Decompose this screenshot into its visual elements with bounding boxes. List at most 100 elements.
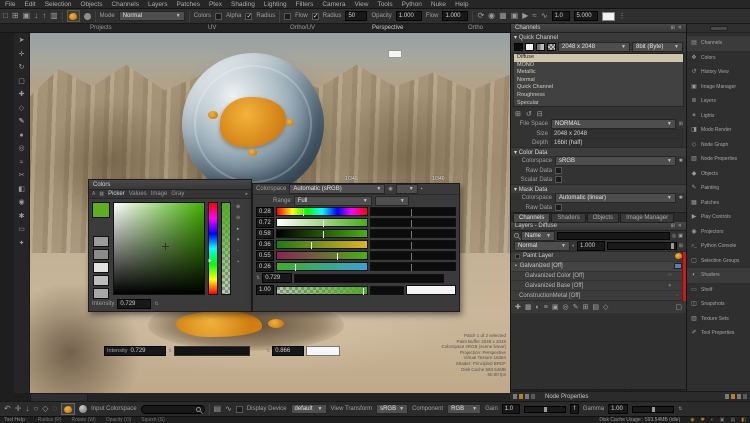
sidebar-item-snapshots[interactable]: ◫ Snapshots [687, 297, 750, 312]
open-project-icon[interactable]: ⊞ [12, 12, 19, 20]
alpha-white-swatch[interactable] [406, 285, 456, 295]
channel-size-dropdown[interactable]: 2048 x 2048▼ [558, 42, 630, 52]
scalar-data-checkbox[interactable] [555, 176, 562, 183]
val-slider[interactable] [276, 229, 368, 238]
range-mini-dropdown[interactable]: ▼ [375, 196, 409, 206]
menu-camera[interactable]: Camera [322, 1, 345, 8]
hue-strip[interactable] [208, 202, 218, 295]
colorspace-dropdown[interactable]: Automatic (sRGB)▼ [289, 184, 385, 194]
colorspace-gear-icon[interactable]: ✱ [679, 158, 683, 164]
layers-close-icon[interactable]: ✕ [678, 223, 682, 229]
tool-marquee-icon[interactable]: ▢ [18, 78, 25, 92]
delete-layer-icon[interactable]: ▢ [675, 303, 682, 311]
intensity-track[interactable] [294, 274, 444, 283]
channel-row[interactable]: Quick Channel [514, 84, 683, 92]
red-value-field[interactable]: 0.36 [256, 240, 274, 250]
dock-tab-channels[interactable]: Channels [513, 213, 550, 223]
flow-checkbox[interactable] [284, 13, 291, 20]
colors-tab-gray[interactable]: Gray [171, 191, 184, 197]
add-layer-icon[interactable]: ✚ [515, 303, 521, 311]
tool-cut-icon[interactable]: ✂ [19, 172, 25, 186]
gamma-slider[interactable] [632, 406, 674, 413]
channel-row[interactable]: Specular [514, 100, 683, 107]
file-space-dropdown[interactable]: NORMAL▼ [551, 119, 676, 129]
channel-row[interactable]: Normal [514, 77, 683, 85]
blue-slider-ext[interactable] [370, 262, 456, 271]
green-slider-ext[interactable] [370, 251, 456, 260]
prev-icon[interactable]: ▾ [237, 237, 240, 243]
dock-tab-shaders[interactable]: Shaders [551, 213, 585, 223]
menu-lighting[interactable]: Lighting [264, 1, 287, 8]
blue-value-field[interactable]: 0.26 [256, 262, 274, 272]
input-colorspace-search[interactable] [141, 405, 205, 414]
menu-help[interactable]: Help [455, 1, 468, 8]
tool-pick-icon[interactable]: ✦ [19, 240, 25, 254]
export-icon[interactable]: ↑ [42, 12, 46, 20]
merge-icon[interactable]: ◎ [562, 303, 568, 311]
sidebar-item-channels[interactable]: ▤ Channels [687, 36, 750, 51]
tool-rotate-icon[interactable]: ↻ [19, 64, 25, 78]
edit-layer-icon[interactable]: ✎ [573, 303, 579, 311]
remove-swatch-icon[interactable]: ⊖ [236, 215, 240, 221]
radius2-checkbox[interactable] [312, 13, 319, 20]
sidebar-item-texture-sets[interactable]: ▥ Texture Sets [687, 312, 750, 327]
mask-raw-checkbox[interactable] [555, 204, 562, 211]
copy-icon[interactable]: ▥ [50, 12, 58, 20]
red-slider-ext[interactable] [370, 240, 456, 249]
add-adjustment-icon[interactable]: ◐ [536, 304, 540, 311]
menu-file[interactable]: File [5, 1, 15, 8]
tool-shelf-icon[interactable]: ▭ [18, 226, 25, 240]
add-mask-icon[interactable]: ▣ [552, 303, 559, 311]
menu-patches[interactable]: Patches [176, 1, 200, 8]
duplicate-layer-icon[interactable]: ⊞ [582, 303, 588, 311]
add-channel-icon[interactable]: ⊞ [515, 110, 521, 118]
float-value-field[interactable]: 0.866 [272, 346, 304, 356]
gain-field[interactable]: 1.0 [502, 404, 520, 414]
swatch-split[interactable] [536, 43, 545, 51]
channel-depth-dropdown[interactable]: 8bit (Byte)▼ [632, 42, 683, 52]
tab-projects[interactable]: Projects [90, 25, 112, 31]
mask-data-section[interactable]: ▾ Mask Data [514, 186, 547, 193]
add-swatch-icon[interactable]: ⊕ [236, 204, 240, 210]
square-icon[interactable]: ▪ [237, 259, 239, 265]
add-procedural-icon[interactable]: ≡ [544, 304, 548, 311]
sidebar-item-colors[interactable]: ❖ Colors [687, 51, 750, 66]
sidebar-item-tool-properties[interactable]: ✐ Tool Properties [687, 326, 750, 341]
sidebar-item-selection-groups[interactable]: ▢ Selection Groups [687, 254, 750, 269]
menu-nuke[interactable]: Nuke [431, 1, 446, 8]
tool-lasso-icon[interactable]: ◇ [19, 105, 24, 119]
menu-tools[interactable]: Tools [377, 1, 392, 8]
sidebar-item-objects[interactable]: ◆ Objects [687, 167, 750, 182]
swatch-checker[interactable] [547, 43, 556, 51]
save-project-icon[interactable]: ▣ [23, 12, 31, 20]
sidebar-item-node-properties[interactable]: ▧ Node Properties [687, 152, 750, 167]
next-icon[interactable]: ▸ [237, 226, 240, 232]
swatch-history-3[interactable] [93, 262, 109, 273]
current-channel-dropdown[interactable]: ▾ Quick Channel [514, 34, 558, 41]
raw-data-checkbox[interactable] [555, 167, 562, 174]
status-memory-icon[interactable]: ◧ [741, 417, 746, 423]
curve-icon[interactable]: ∿ [225, 405, 232, 413]
pan-icon[interactable]: ✛ [15, 405, 22, 413]
float-white-swatch[interactable] [306, 346, 340, 356]
swatch-history-2[interactable] [93, 249, 109, 260]
display-checkbox[interactable] [236, 406, 243, 413]
current-color-swatch[interactable] [92, 202, 110, 218]
dock-tab-image-manager[interactable]: Image Manager [620, 213, 674, 223]
paint-tool-button[interactable] [67, 10, 80, 22]
sliders-intensity-stepper[interactable]: ⇅ [256, 275, 260, 281]
radius-checkbox[interactable] [245, 13, 252, 20]
layer-row-galvanized-color[interactable]: Galvanized Color [Off] ◠ [511, 272, 686, 282]
alpha-checkbox[interactable] [215, 13, 222, 20]
sidebar-item-lights[interactable]: ✶ Lights [687, 109, 750, 124]
mask-gear-icon[interactable]: ✱ [679, 195, 683, 201]
gain-reset-button[interactable]: f [570, 404, 579, 414]
sidebar-item-layers[interactable]: ≣ Layers [687, 94, 750, 109]
colors-tab-picker[interactable]: Picker [108, 191, 125, 197]
val-value-field[interactable]: 0.58 [256, 229, 274, 239]
remove-channel-icon[interactable]: ⊟ [537, 110, 543, 118]
wave-icon[interactable]: ∿ [541, 12, 548, 20]
tool-move-icon[interactable]: ✚ [19, 91, 25, 105]
channel-row[interactable]: MONO [514, 62, 683, 70]
mask-colorspace-dropdown[interactable]: Automatic (linear)▼ [555, 193, 676, 203]
